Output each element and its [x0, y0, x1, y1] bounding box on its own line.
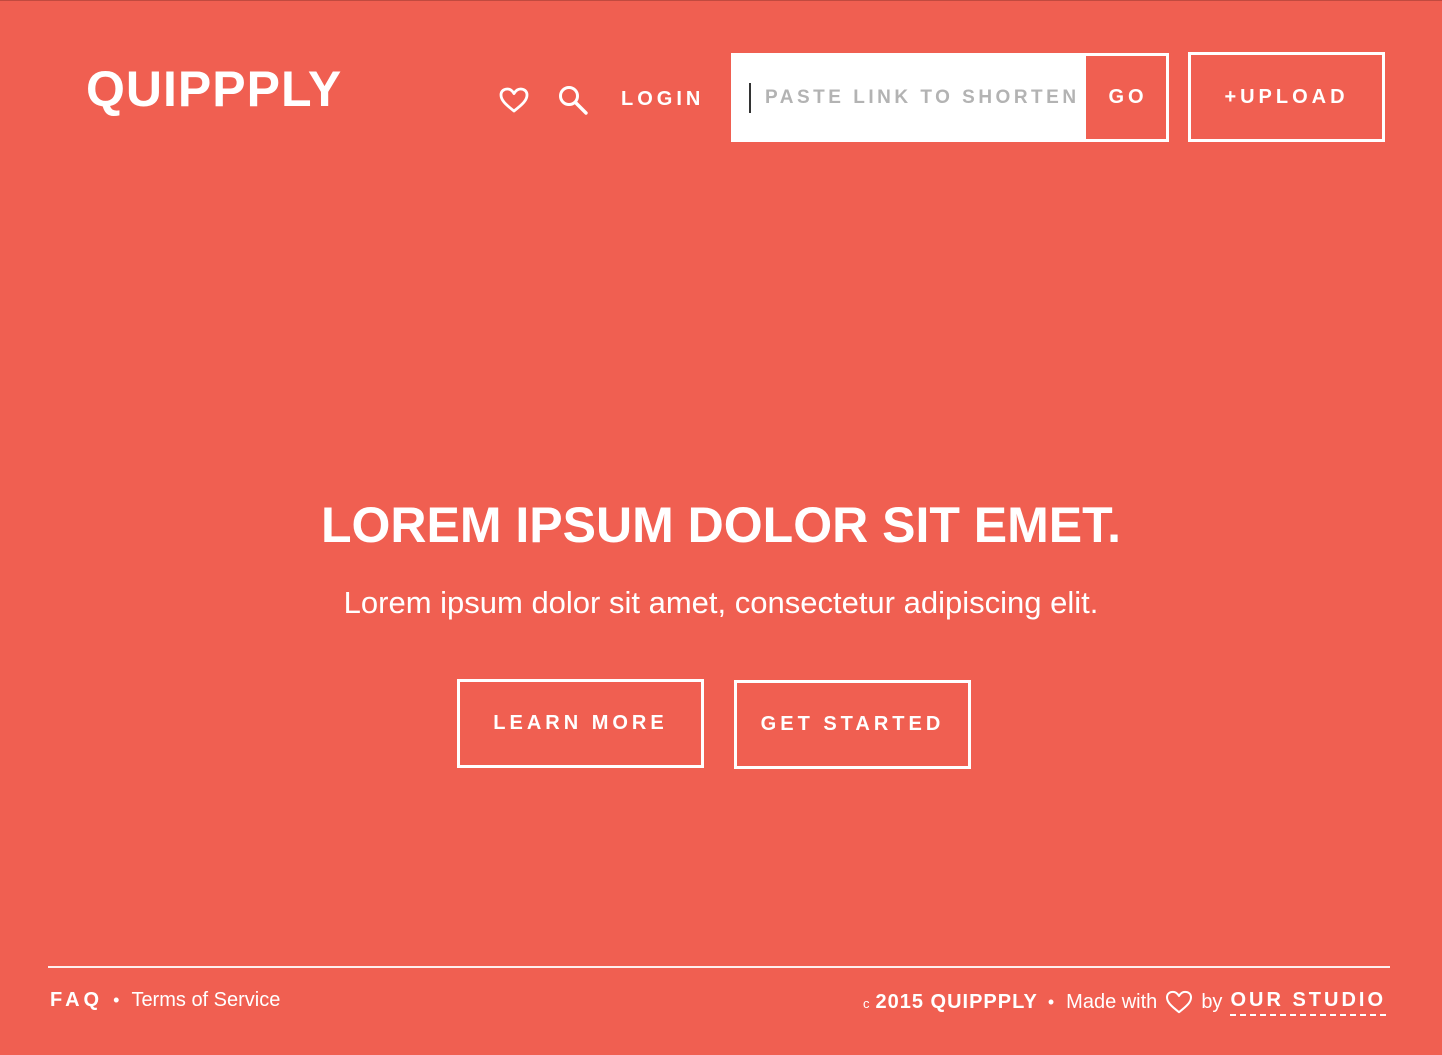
shorten-link-input[interactable]: [731, 53, 1083, 142]
terms-link[interactable]: Terms of Service: [131, 988, 280, 1012]
heart-icon: [1166, 990, 1193, 1014]
logo[interactable]: QUIPPPLY: [86, 61, 342, 117]
studio-link[interactable]: OUR STUDIO: [1230, 988, 1386, 1016]
footer-divider: [48, 966, 1390, 968]
faq-link[interactable]: FAQ: [50, 988, 103, 1012]
learn-more-button[interactable]: LEARN MORE: [457, 679, 704, 768]
landing-page: QUIPPPLY LOGIN GO +UPLOAD LOREM IPSUM DO…: [0, 0, 1442, 1055]
shorten-form: GO: [731, 53, 1169, 142]
upload-button[interactable]: +UPLOAD: [1188, 52, 1385, 142]
footer-credits: c 2015 QUIPPPLY • Made with by OUR STUDI…: [863, 988, 1386, 1016]
copyright-text: 2015 QUIPPPLY: [875, 991, 1038, 1013]
heart-icon[interactable]: [499, 87, 529, 113]
search-icon[interactable]: [557, 84, 589, 116]
go-button[interactable]: GO: [1083, 53, 1169, 142]
get-started-button[interactable]: GET STARTED: [734, 680, 971, 769]
footer-links: FAQ • Terms of Service: [50, 988, 280, 1012]
footer-separator: •: [113, 990, 120, 1010]
hero-subtitle: Lorem ipsum dolor sit amet, consectetur …: [343, 585, 1099, 620]
hero-title: LOREM IPSUM DOLOR SIT EMET.: [320, 497, 1122, 553]
copyright-mark: c: [862, 996, 870, 1011]
login-link[interactable]: LOGIN: [621, 88, 704, 110]
footer-credits-separator: •: [1047, 992, 1055, 1012]
by-text: by: [1201, 991, 1223, 1013]
made-with-text: Made with: [1066, 991, 1158, 1013]
text-caret: [749, 83, 751, 113]
